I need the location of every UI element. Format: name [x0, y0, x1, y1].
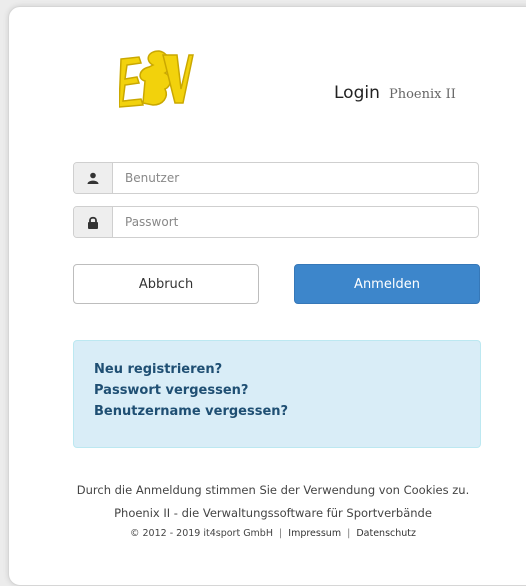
- footer: Durch die Anmeldung stimmen Sie der Verw…: [9, 483, 526, 539]
- tagline: Phoenix II - die Verwaltungssoftware für…: [114, 506, 432, 520]
- copyright-line: © 2012 - 2019 it4sport GmbH | Impressum …: [0, 528, 526, 539]
- lock-icon: [74, 207, 113, 237]
- separator: |: [279, 528, 283, 539]
- login-card: Login Phoenix II Abbruch Anmelden Neu re…: [8, 6, 526, 586]
- separator: |: [347, 528, 351, 539]
- copyright: © 2012 - 2019 it4sport GmbH: [129, 528, 273, 539]
- username-input[interactable]: [113, 163, 478, 193]
- help-links-box: Neu registrieren? Passwort vergessen? Be…: [73, 340, 481, 448]
- cancel-button[interactable]: Abbruch: [73, 264, 259, 304]
- bv-logo: [119, 50, 194, 108]
- username-field: [73, 162, 479, 194]
- login-subtitle: Phoenix II: [388, 87, 456, 102]
- register-link[interactable]: Neu registrieren?: [94, 359, 460, 380]
- password-field: [73, 206, 479, 238]
- user-icon: [74, 163, 113, 193]
- login-heading: Login Phoenix II: [334, 83, 456, 103]
- bv-logo-mark: [119, 50, 194, 108]
- password-input[interactable]: [113, 207, 478, 237]
- imprint-link[interactable]: Impressum: [288, 528, 341, 539]
- privacy-link[interactable]: Datenschutz: [356, 528, 416, 539]
- cookie-notice: Durch die Anmeldung stimmen Sie der Verw…: [76, 483, 470, 497]
- forgot-password-link[interactable]: Passwort vergessen?: [94, 380, 460, 401]
- login-button[interactable]: Anmelden: [294, 264, 480, 304]
- forgot-username-link[interactable]: Benutzername vergessen?: [94, 401, 460, 422]
- login-title: Login: [334, 83, 380, 103]
